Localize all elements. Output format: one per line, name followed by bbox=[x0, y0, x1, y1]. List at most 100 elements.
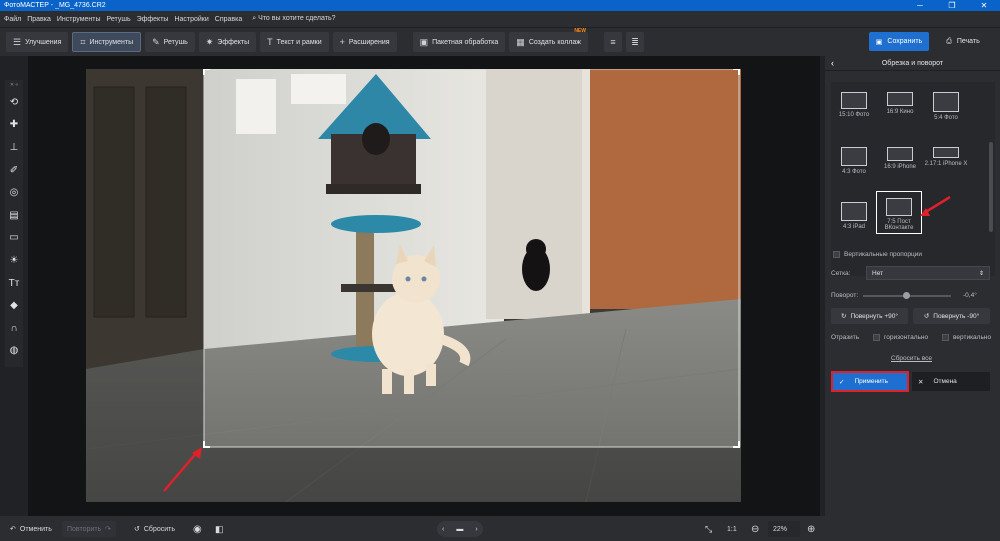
rotate-icon[interactable]: ⟲ bbox=[10, 91, 18, 114]
tab-text-frames[interactable]: T Текст и рамки bbox=[260, 32, 329, 52]
text-icon[interactable]: Tт bbox=[9, 272, 20, 295]
minimize-button[interactable]: ─ bbox=[904, 0, 936, 11]
zoom-ratio: 1:1 bbox=[727, 525, 737, 533]
cancel-label: Отмена bbox=[933, 378, 957, 385]
text-icon: T bbox=[267, 37, 273, 47]
zoom-in-button[interactable]: ⊕ bbox=[802, 521, 820, 537]
cancel-button[interactable]: ✕ Отмена bbox=[912, 372, 990, 391]
eye-icon: ◉ bbox=[193, 523, 202, 535]
grid-select[interactable]: Нет ⇕ bbox=[866, 266, 990, 280]
crop-rotate-panel: ‹ Обрезка и поворот 15:10 Фото 16:9 Кино… bbox=[825, 56, 1000, 516]
bandage-icon[interactable]: ✚ bbox=[10, 114, 18, 137]
rotate-ccw-icon: ↺ bbox=[923, 313, 930, 320]
preset-ipad[interactable]: 4:3 iPad bbox=[831, 202, 877, 230]
photo-canvas[interactable] bbox=[86, 69, 741, 502]
fill-icon[interactable]: ◆ bbox=[10, 294, 18, 317]
close-button[interactable]: ✕ bbox=[968, 0, 1000, 11]
menu-edit[interactable]: Правка bbox=[27, 16, 51, 23]
reset-all-link[interactable]: Сбросить все bbox=[891, 355, 932, 362]
tab-label: Текст и рамки bbox=[276, 38, 322, 46]
tab-tools[interactable]: ⌗ Инструменты bbox=[72, 32, 142, 52]
flip-horizontal-label: горизонтально bbox=[884, 334, 929, 341]
preset-16-9-cinema[interactable]: 16:9 Кино bbox=[877, 92, 923, 115]
vignette-icon[interactable]: ▭ bbox=[9, 227, 18, 250]
fit-screen-icon: ⤡ bbox=[705, 523, 713, 534]
sun-icon[interactable]: ☀ bbox=[10, 249, 19, 272]
preset-15-10[interactable]: 15:10 Фото bbox=[831, 92, 877, 118]
zoom-value-field[interactable]: 22% bbox=[768, 521, 800, 537]
close-icon: ✕ bbox=[918, 378, 924, 386]
undo-button[interactable]: ↶ Отменить bbox=[5, 521, 57, 537]
rotation-slider-knob[interactable] bbox=[903, 292, 910, 299]
menu-file[interactable]: Файл bbox=[4, 16, 21, 23]
preset-iphone-x[interactable]: 2.17:1 iPhone X bbox=[923, 147, 969, 167]
rotate-minus-90-button[interactable]: ↺ Повернуть -90° bbox=[913, 308, 990, 324]
preset-4-3[interactable]: 4:3 Фото bbox=[831, 147, 877, 175]
title-bar: ФотоМАСТЕР - _MG_4736.CR2 ─ ❐ ✕ bbox=[0, 0, 1000, 11]
compare-icon: ◧ bbox=[215, 523, 224, 534]
new-badge: NEW bbox=[574, 28, 586, 34]
preset-16-9-iphone[interactable]: 16:9 iPhone bbox=[877, 147, 923, 170]
tab-label: Инструменты bbox=[89, 38, 134, 46]
brush-icon[interactable]: ✐ bbox=[10, 159, 18, 182]
presets-scrollbar[interactable] bbox=[989, 142, 993, 232]
tab-enhancements[interactable]: ☰ Улучшения bbox=[6, 32, 69, 52]
menu-retouch[interactable]: Ретушь bbox=[107, 16, 131, 23]
batch-processing-button[interactable]: ▣ Пакетная обработка bbox=[412, 32, 506, 52]
radial-icon[interactable]: ◎ bbox=[10, 181, 19, 204]
redo-button[interactable]: Повторить ↷ bbox=[62, 521, 117, 537]
rotate-minus-label: Повернуть -90° bbox=[933, 312, 980, 320]
folder-icon[interactable]: ▬ bbox=[456, 526, 463, 533]
preview-eye-button[interactable]: ◉ bbox=[188, 521, 207, 537]
menu-settings[interactable]: Настройки bbox=[174, 16, 208, 23]
preset-thumb bbox=[933, 147, 959, 158]
preset-thumb bbox=[887, 92, 913, 106]
next-arrow-icon[interactable]: › bbox=[475, 526, 477, 533]
menu-effects[interactable]: Эффекты bbox=[137, 16, 169, 23]
batch-label: Пакетная обработка bbox=[432, 38, 499, 46]
preset-label: 15:10 Фото bbox=[838, 112, 870, 118]
fit-screen-button[interactable]: ⤡ bbox=[700, 521, 717, 537]
menu-tools[interactable]: Инструменты bbox=[57, 16, 101, 23]
compare-button[interactable]: ◧ bbox=[210, 521, 229, 537]
apply-button[interactable]: ✓ Применить bbox=[831, 371, 909, 392]
history-button[interactable]: ≣ bbox=[625, 32, 644, 52]
panel-title: Обрезка и поворот bbox=[881, 59, 944, 67]
magnet-icon[interactable]: ∩ bbox=[10, 317, 17, 340]
crop-icon: ⌗ bbox=[80, 36, 86, 47]
save-button[interactable]: ▣ Сохранить bbox=[869, 32, 929, 51]
preset-thumb bbox=[933, 92, 959, 112]
zoom-1-1-button[interactable]: 1:1 bbox=[722, 521, 742, 537]
back-arrow-icon[interactable]: ‹ bbox=[831, 58, 834, 68]
print-button[interactable]: ⎙ Печать bbox=[934, 32, 992, 51]
stamp-icon[interactable]: ⊥ bbox=[10, 136, 19, 159]
tab-effects[interactable]: ✷ Эффекты bbox=[198, 32, 257, 52]
globe-icon[interactable]: ◍ bbox=[10, 340, 19, 363]
vertical-proportions-checkbox[interactable]: Вертикальные пропорции bbox=[833, 251, 922, 258]
rotation-value: -0,4° bbox=[963, 292, 977, 299]
gradient-icon[interactable]: ▤ bbox=[9, 204, 18, 227]
tab-extensions[interactable]: + Расширения bbox=[332, 32, 397, 52]
left-toolbar-header: ✕ « bbox=[9, 82, 19, 88]
reset-button[interactable]: ↺ Сбросить bbox=[129, 521, 180, 537]
printer-icon: ⎙ bbox=[946, 37, 952, 45]
rotation-slider[interactable] bbox=[863, 292, 951, 299]
rotate-plus-90-button[interactable]: ↻ Повернуть +90° bbox=[831, 308, 908, 324]
prev-arrow-icon[interactable]: ‹ bbox=[442, 526, 444, 533]
zoom-out-button[interactable]: ⊖ bbox=[746, 521, 764, 537]
tab-label: Ретушь bbox=[163, 38, 188, 46]
create-collage-button[interactable]: ▦ Создать коллаж NEW bbox=[509, 28, 588, 52]
menu-help[interactable]: Справка bbox=[215, 16, 242, 23]
maximize-button[interactable]: ❐ bbox=[936, 0, 968, 11]
tab-retouch[interactable]: ✎ Ретушь bbox=[145, 32, 195, 52]
preset-5-4[interactable]: 5:4 Фото bbox=[923, 92, 969, 121]
flip-vertical-checkbox[interactable]: вертикально bbox=[942, 334, 991, 341]
navigation-group: ‹ ▬ › bbox=[437, 521, 483, 537]
collage-label: Создать коллаж bbox=[528, 38, 581, 46]
search-box[interactable]: ⌕ Что вы хотите сделать? bbox=[252, 15, 335, 23]
save-label: Сохранить bbox=[887, 38, 923, 45]
flip-horizontal-checkbox[interactable]: горизонтально bbox=[873, 334, 928, 341]
list-settings-button[interactable]: ≡ bbox=[603, 32, 622, 52]
preset-label: 16:9 iPhone bbox=[883, 164, 917, 170]
preset-vk-post[interactable]: 7:5 Пост ВКонтакте bbox=[876, 191, 922, 234]
